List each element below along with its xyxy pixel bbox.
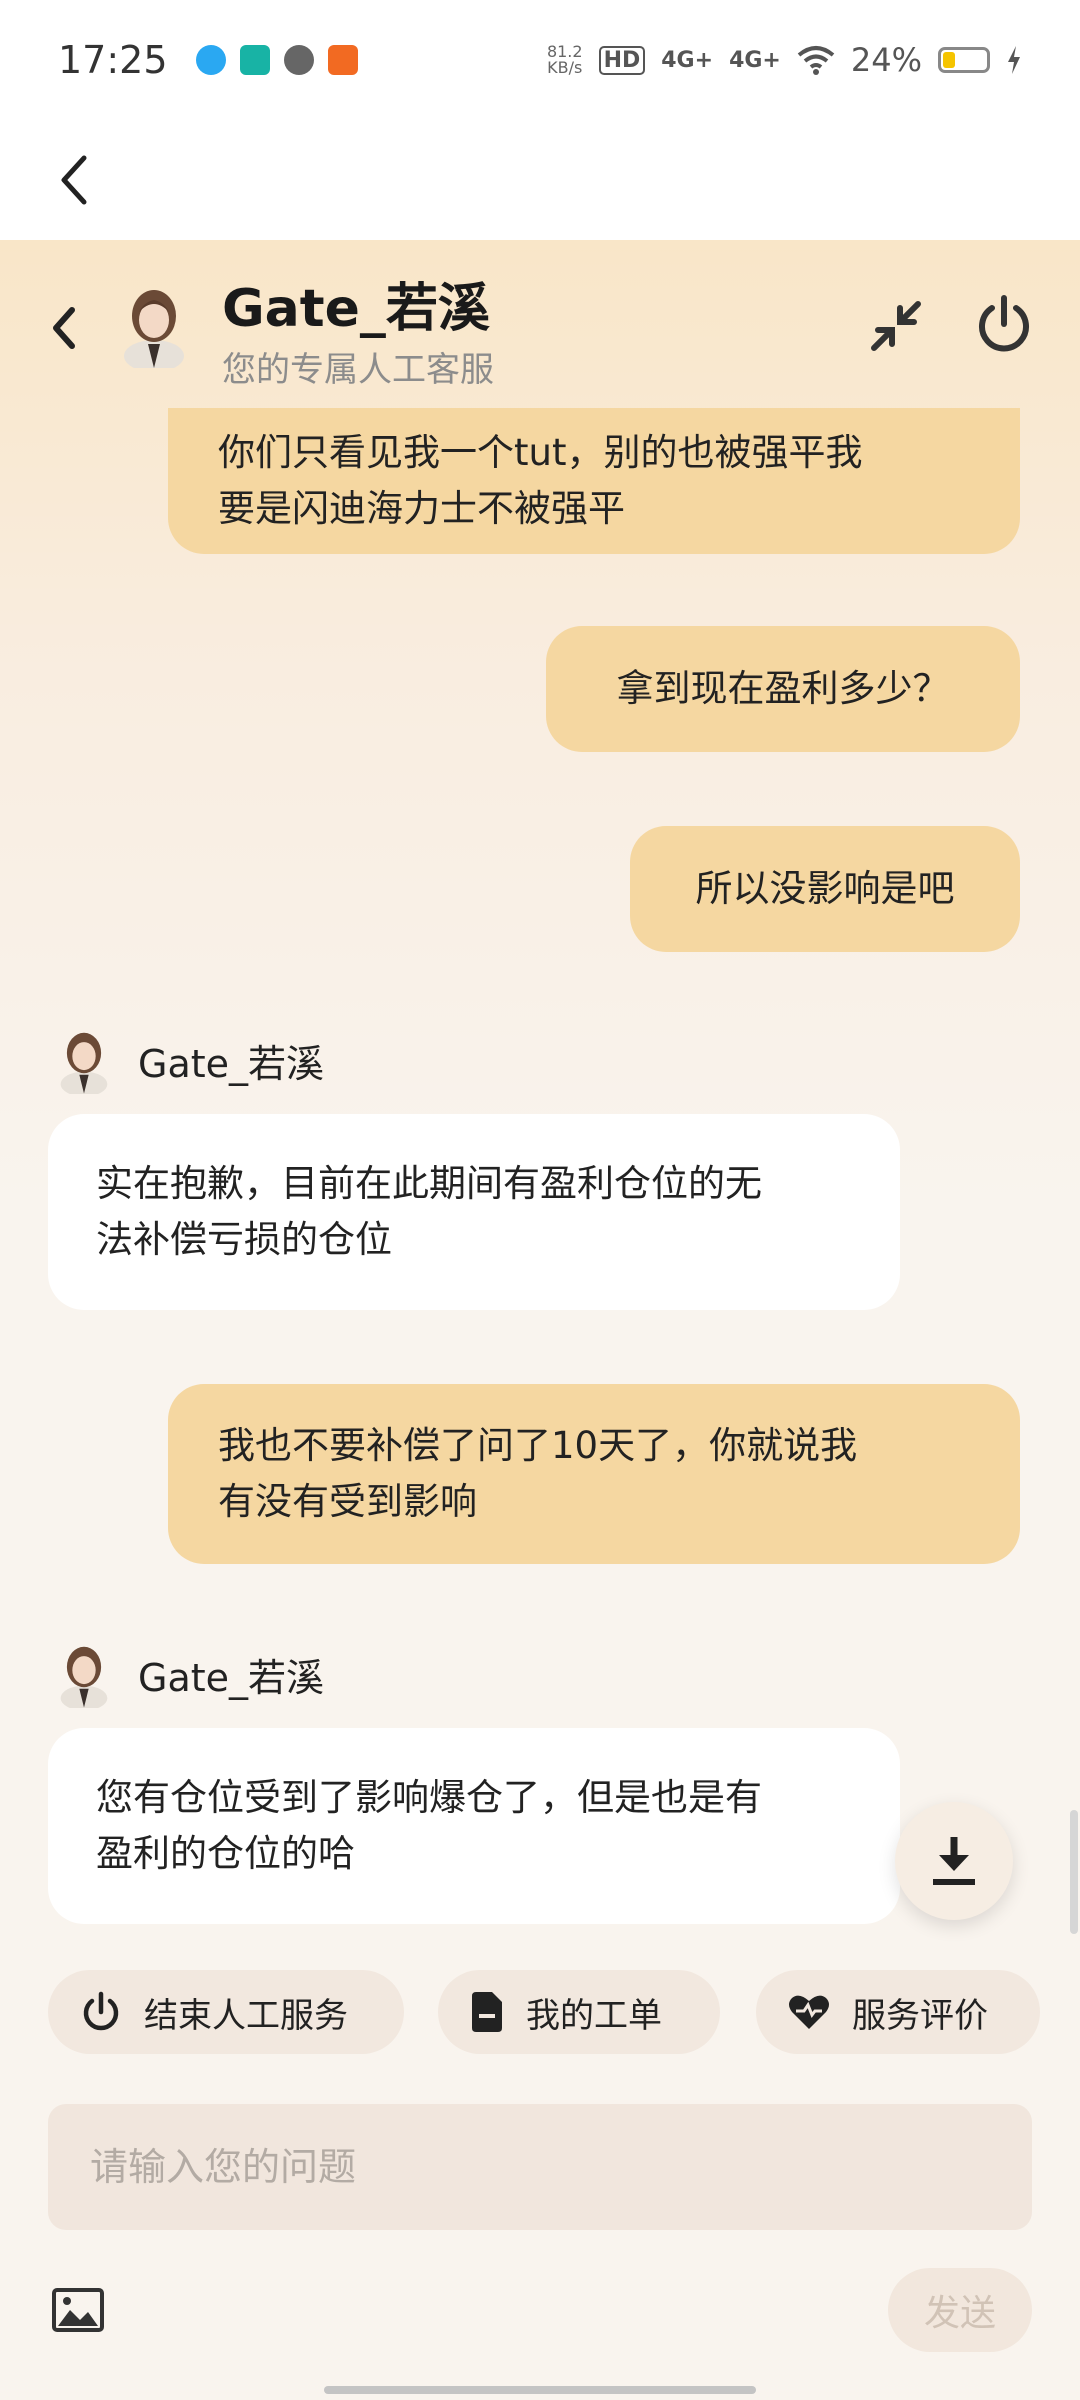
image-icon[interactable] xyxy=(52,2288,104,2332)
back-arrow-icon[interactable] xyxy=(40,144,112,216)
message-text-line: 我也不要补偿了问了10天了，你就说我 xyxy=(218,1424,858,1467)
my-message-bubble: 你们只看见我一个tut，别的也被强平我 要是闪迪海力士不被强平 xyxy=(168,408,1020,554)
message-text-line: 有没有受到影响 xyxy=(218,1480,477,1523)
my-message-bubble: 拿到现在盈利多少？ xyxy=(546,626,1020,752)
send-button[interactable]: 发送 xyxy=(888,2268,1032,2352)
agent-name: Gate_若溪 xyxy=(138,1041,325,1086)
document-icon xyxy=(472,1992,502,2032)
agent-avatar xyxy=(124,290,184,368)
message-text: 拿到现在盈利多少？ xyxy=(616,667,950,710)
wifi-icon xyxy=(797,46,835,75)
my-tickets-button[interactable]: 我的工单 xyxy=(438,1970,720,2054)
hd-icon: HD xyxy=(598,45,646,75)
agent-avatar-small xyxy=(60,1646,108,1708)
chevron-left-icon[interactable] xyxy=(40,296,92,360)
message-text: 所以没影响是吧 xyxy=(695,867,955,910)
signal-icon-2: 4G+ xyxy=(729,47,781,73)
message-text-line: 你们只看见我一个tut，别的也被强平我 xyxy=(218,431,863,474)
message-text-line: 盈利的仓位的哈 xyxy=(96,1832,355,1875)
message-text-line: 您有仓位受到了影响爆仓了，但是也是有 xyxy=(96,1776,762,1819)
top-nav-bar xyxy=(0,120,1080,240)
chat-background xyxy=(0,240,1080,2400)
rate-service-button[interactable]: 服务评价 xyxy=(756,1970,1040,2054)
agent-message-bubble: 您有仓位受到了影响爆仓了，但是也是有 盈利的仓位的哈 xyxy=(48,1728,900,1924)
status-bar: 17:25 81.2 KB/s HD 4G+ 4G+ 24% xyxy=(0,0,1080,120)
status-time: 17:25 xyxy=(58,38,168,82)
message-text-line: 法补偿亏损的仓位 xyxy=(96,1218,392,1261)
qq-icon xyxy=(195,45,226,75)
scroll-to-bottom-button[interactable] xyxy=(895,1802,1013,1920)
message-input[interactable] xyxy=(88,2144,992,2190)
app-icon xyxy=(327,45,358,75)
minimize-icon[interactable] xyxy=(866,296,926,356)
notification-icons xyxy=(195,45,358,75)
agent-message-bubble: 实在抱歉，目前在此期间有盈利仓位的无 法补偿亏损的仓位 xyxy=(48,1114,900,1310)
scrollbar-thumb[interactable] xyxy=(1070,1810,1078,1934)
power-icon[interactable] xyxy=(972,292,1036,356)
my-tickets-label: 我的工单 xyxy=(526,1995,662,2036)
agent-avatar-small xyxy=(60,1032,108,1094)
download-icon xyxy=(933,1837,975,1885)
net-speed: 81.2 KB/s xyxy=(547,44,583,76)
agent-name: Gate_若溪 xyxy=(138,1655,325,1700)
message-input-container xyxy=(48,2104,1032,2230)
my-message-bubble: 我也不要补偿了问了10天了，你就说我 有没有受到影响 xyxy=(168,1384,1020,1564)
home-indicator[interactable] xyxy=(324,2386,756,2394)
battery-percent: 24% xyxy=(850,41,922,79)
charging-icon xyxy=(1008,46,1020,74)
message-text-line: 要是闪迪海力士不被强平 xyxy=(218,487,625,530)
chat-title: Gate_若溪 xyxy=(222,279,490,339)
agent-sender-label: Gate_若溪 xyxy=(56,1026,324,1094)
boss-zhipin-icon xyxy=(239,45,270,75)
message-icon xyxy=(283,45,314,75)
end-service-button[interactable]: 结束人工服务 xyxy=(48,1970,404,2054)
net-speed-unit: KB/s xyxy=(547,58,583,77)
end-service-label: 结束人工服务 xyxy=(144,1995,348,2036)
my-message-bubble: 所以没影响是吧 xyxy=(630,826,1020,952)
chat-header: Gate_若溪 您的专属人工客服 xyxy=(0,240,1080,408)
rate-service-label: 服务评价 xyxy=(852,1995,988,2036)
heart-icon xyxy=(789,1995,829,2029)
chat-subtitle: 您的专属人工客服 xyxy=(222,350,494,390)
power-icon xyxy=(83,1991,119,2031)
agent-sender-label: Gate_若溪 xyxy=(56,1640,324,1708)
message-text-line: 实在抱歉，目前在此期间有盈利仓位的无 xyxy=(96,1162,762,1205)
battery-icon xyxy=(938,47,990,73)
signal-icon-1: 4G+ xyxy=(661,47,714,73)
